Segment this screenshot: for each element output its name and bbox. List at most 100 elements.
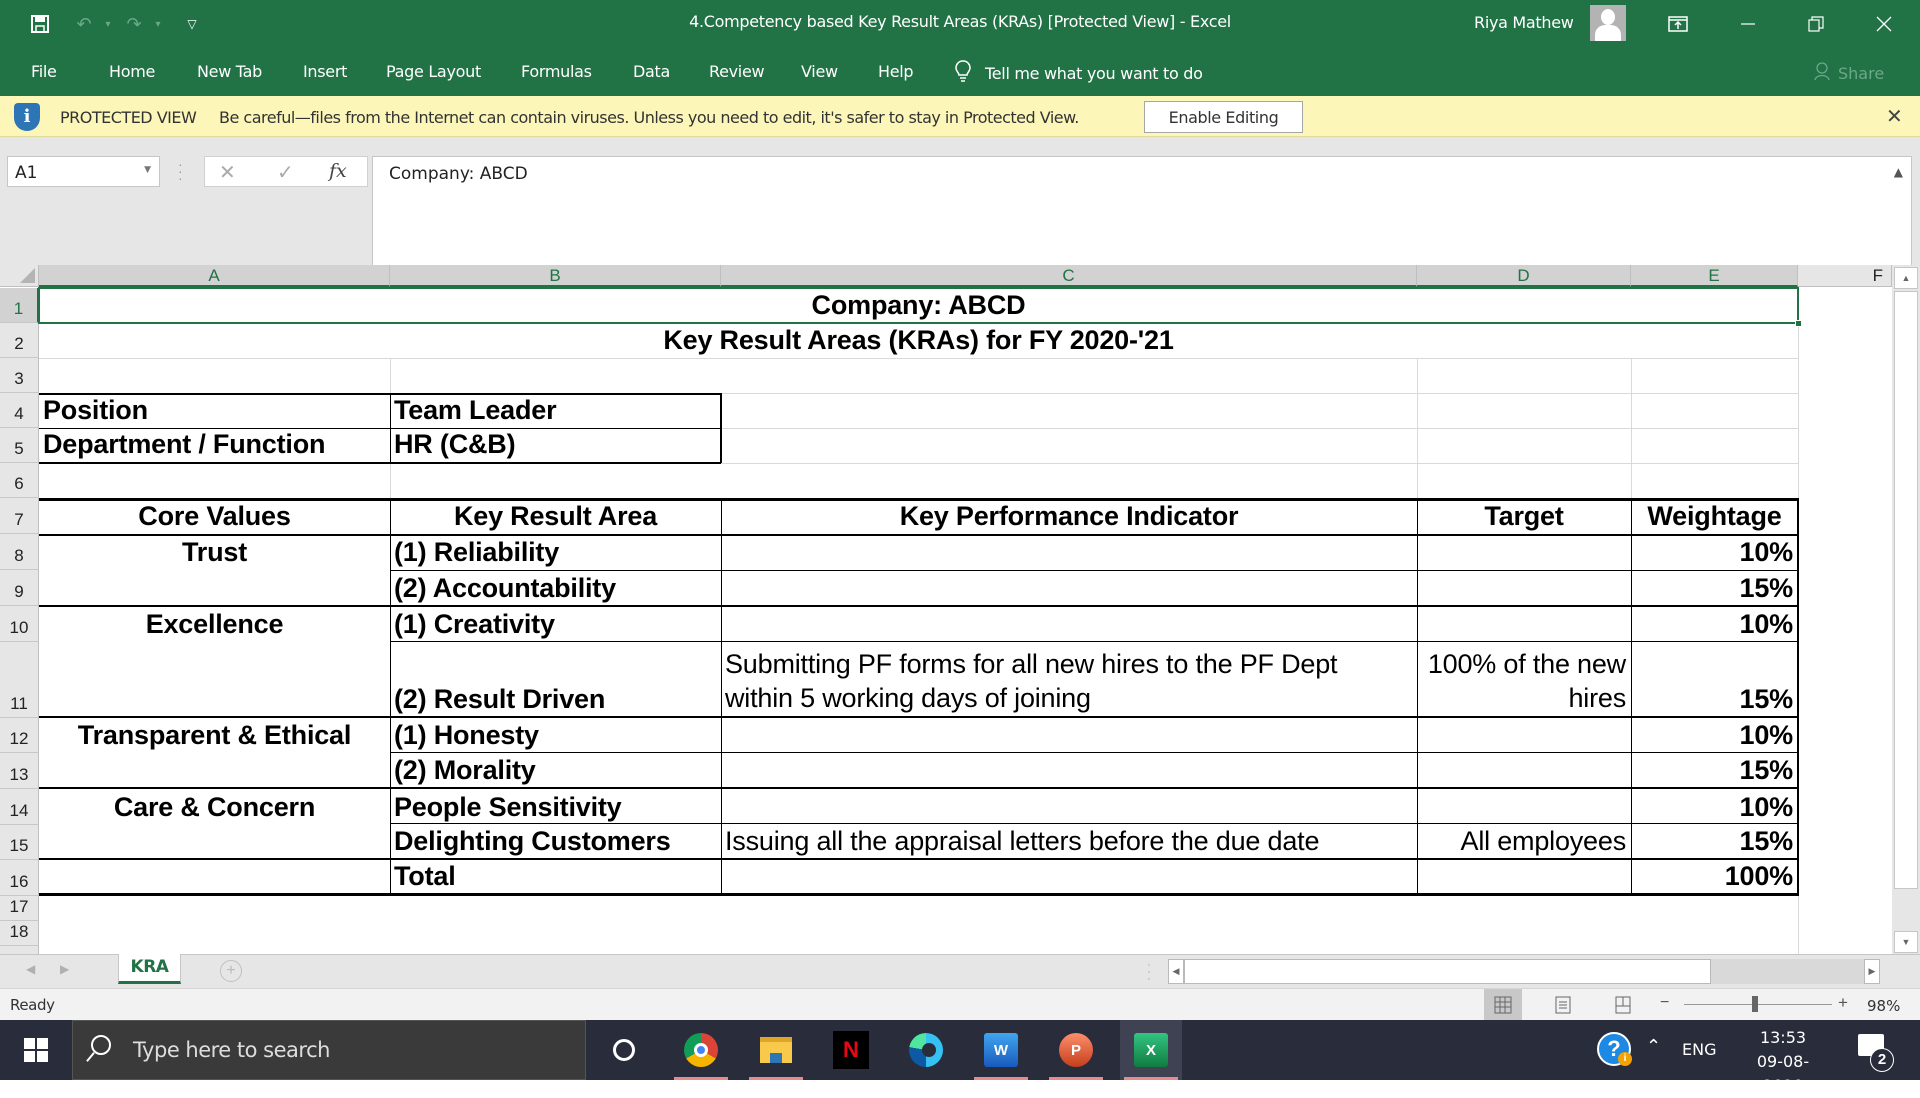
cell-weightage[interactable]: 10%: [1631, 606, 1798, 642]
vertical-scroll-thumb[interactable]: [1894, 291, 1918, 889]
horizontal-scrollbar[interactable]: ◀ ▶: [1168, 959, 1880, 984]
zoom-out-button[interactable]: −: [1660, 994, 1669, 1012]
tab-view[interactable]: View: [801, 62, 838, 81]
cell-department-label[interactable]: Department / Function: [39, 428, 390, 462]
enable-editing-button[interactable]: Enable Editing: [1144, 101, 1303, 133]
sheet-tab-kra[interactable]: KRA: [118, 954, 181, 984]
tab-new-tab[interactable]: New Tab: [197, 62, 262, 81]
taskbar-app-powerpoint[interactable]: P: [1045, 1020, 1107, 1080]
taskbar-app-edge[interactable]: [895, 1020, 957, 1080]
page-break-preview-icon[interactable]: [1604, 989, 1642, 1021]
column-header-f[interactable]: F: [1798, 265, 1892, 287]
cell-core-value[interactable]: Care & Concern: [39, 789, 390, 825]
tab-formulas[interactable]: Formulas: [521, 62, 592, 81]
row-header-4[interactable]: 4: [0, 393, 39, 428]
user-name[interactable]: Riya Mathew: [1474, 13, 1574, 32]
row-header-9[interactable]: 9: [0, 570, 39, 606]
row-header-14[interactable]: 14: [0, 789, 39, 825]
close-icon[interactable]: [1852, 0, 1916, 48]
vertical-scrollbar[interactable]: ▲ ▼: [1892, 265, 1920, 954]
cell-kra[interactable]: Delighting Customers: [390, 825, 721, 859]
cell-kra[interactable]: (1) Reliability: [390, 534, 721, 570]
show-hidden-icons-chevron[interactable]: ⌃: [1646, 1036, 1661, 1057]
tell-me-search[interactable]: Tell me what you want to do: [955, 60, 1203, 86]
cell-core-value[interactable]: Excellence: [39, 606, 390, 642]
cell-kpi[interactable]: Submitting PF forms for all new hires to…: [721, 642, 1417, 717]
row-header-10[interactable]: 10: [0, 606, 39, 642]
cell-kra[interactable]: (2) Accountability: [390, 570, 721, 606]
column-header-c[interactable]: C: [721, 265, 1417, 287]
cell-target[interactable]: 100% of the new hires: [1417, 642, 1631, 717]
cell-subtitle[interactable]: Key Result Areas (KRAs) for FY 2020-'21: [39, 323, 1798, 358]
cell-kra[interactable]: (1) Creativity: [390, 606, 721, 642]
collapse-formula-bar-icon[interactable]: ▲: [1894, 165, 1903, 179]
row-header-11[interactable]: 11: [0, 642, 39, 718]
column-header-e[interactable]: E: [1631, 265, 1798, 287]
tab-help[interactable]: Help: [878, 62, 914, 81]
row-header-18[interactable]: 18: [0, 921, 39, 946]
enter-icon[interactable]: ✓: [277, 160, 294, 185]
taskbar-app-excel[interactable]: X: [1120, 1020, 1182, 1080]
scroll-left-icon[interactable]: ◀: [1168, 959, 1184, 984]
tab-insert[interactable]: Insert: [303, 62, 347, 81]
cell-kra[interactable]: (1) Honesty: [390, 718, 721, 753]
cell-core-value[interactable]: Transparent & Ethical: [39, 718, 390, 753]
cell-position-label[interactable]: Position: [39, 393, 390, 428]
row-header-5[interactable]: 5: [0, 428, 39, 463]
cell-total-label[interactable]: Total: [390, 860, 721, 894]
header-key-result-area[interactable]: Key Result Area: [390, 498, 721, 534]
cell-core-value[interactable]: Trust: [39, 534, 390, 570]
taskbar-app-word[interactable]: W: [970, 1020, 1032, 1080]
restore-icon[interactable]: [1784, 0, 1848, 48]
cell-weightage[interactable]: 10%: [1631, 718, 1798, 753]
cell-kra[interactable]: (2) Morality: [390, 753, 721, 788]
start-button[interactable]: [0, 1020, 72, 1080]
horizontal-scroll-thumb[interactable]: [1184, 959, 1711, 984]
cell-kra[interactable]: People Sensitivity: [390, 789, 721, 825]
header-target[interactable]: Target: [1417, 498, 1631, 534]
clock[interactable]: 13:53 09-08-2020: [1738, 1026, 1828, 1098]
tab-file[interactable]: File: [31, 62, 57, 81]
tab-split-handle[interactable]: · · ·: [1147, 958, 1151, 984]
row-header-3[interactable]: 3: [0, 358, 39, 393]
formula-bar-resize-handle[interactable]: · · ·: [178, 157, 183, 185]
normal-view-icon[interactable]: [1484, 989, 1522, 1021]
prev-sheet-icon[interactable]: ◀: [26, 962, 35, 976]
row-header-15[interactable]: 15: [0, 825, 39, 860]
taskbar-app-file-explorer[interactable]: [745, 1020, 807, 1080]
taskbar-search[interactable]: Type here to search: [72, 1020, 586, 1080]
header-core-values[interactable]: Core Values: [39, 498, 390, 534]
name-box[interactable]: A1 ▼: [7, 156, 160, 187]
header-kpi[interactable]: Key Performance Indicator: [721, 498, 1417, 534]
cell-kpi[interactable]: Issuing all the appraisal letters before…: [721, 825, 1417, 859]
row-header-1[interactable]: 1: [0, 288, 39, 323]
row-header-7[interactable]: 7: [0, 498, 39, 534]
name-box-dropdown-icon[interactable]: ▼: [144, 165, 151, 175]
tab-review[interactable]: Review: [709, 62, 765, 81]
formula-input[interactable]: Company: ABCD ▲: [372, 156, 1912, 266]
add-sheet-icon[interactable]: +: [220, 960, 242, 982]
language-indicator[interactable]: ENG: [1682, 1040, 1716, 1059]
row-header-8[interactable]: 8: [0, 534, 39, 570]
cell-weightage[interactable]: 10%: [1631, 789, 1798, 825]
minimize-icon[interactable]: [1716, 0, 1780, 48]
tab-page-layout[interactable]: Page Layout: [386, 62, 481, 81]
page-layout-view-icon[interactable]: [1544, 989, 1582, 1021]
zoom-level[interactable]: 98%: [1867, 997, 1900, 1015]
cell-weightage[interactable]: 15%: [1631, 642, 1798, 717]
selected-cell-a1[interactable]: [38, 287, 1799, 324]
header-weightage[interactable]: Weightage: [1631, 498, 1798, 534]
taskbar-app-netflix[interactable]: N: [820, 1020, 882, 1080]
share-button[interactable]: Share: [1814, 62, 1884, 84]
scroll-right-icon[interactable]: ▶: [1864, 959, 1880, 984]
tab-data[interactable]: Data: [633, 62, 670, 81]
scroll-down-icon[interactable]: ▼: [1894, 931, 1918, 953]
zoom-slider[interactable]: [1684, 1004, 1832, 1005]
cell-weightage[interactable]: 15%: [1631, 753, 1798, 788]
row-header-17[interactable]: 17: [0, 896, 39, 921]
cancel-icon[interactable]: ✕: [219, 160, 236, 185]
cell-position-value[interactable]: Team Leader: [390, 393, 721, 428]
ribbon-display-options-icon[interactable]: [1646, 0, 1710, 48]
fill-handle[interactable]: [1795, 320, 1802, 327]
cell-weightage[interactable]: 15%: [1631, 825, 1798, 859]
